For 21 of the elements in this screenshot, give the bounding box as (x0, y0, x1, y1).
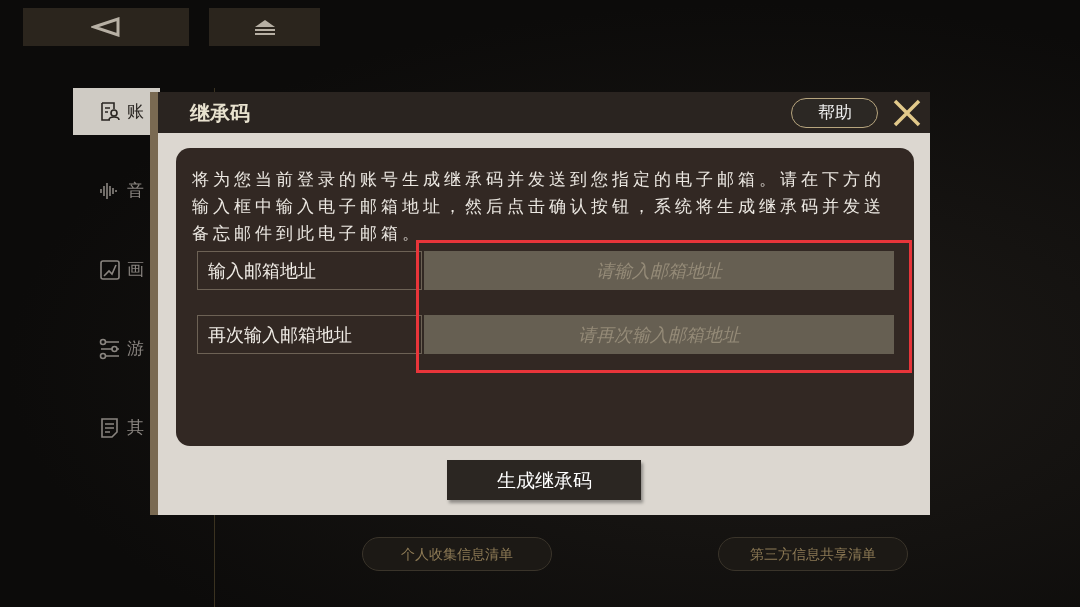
generate-button[interactable]: 生成继承码 (447, 460, 641, 500)
help-button[interactable]: 帮助 (791, 97, 878, 128)
field-label: 输入邮箱地址 (197, 251, 422, 290)
profile-icon (99, 100, 121, 123)
sidebar-item[interactable]: 游 (73, 325, 160, 372)
chart-icon (99, 258, 121, 281)
document-icon (99, 416, 121, 439)
dialog-title: 继承码 (190, 99, 251, 127)
eject-button[interactable] (209, 8, 320, 46)
back-icon (91, 17, 121, 37)
sidebar-item[interactable]: 画 (73, 246, 160, 293)
description-text: 将为您当前登录的账号生成继承码并发送到您指定的电子邮箱。请在下方的输入框中输入电子邮箱地址，然后点击确认按钮，系统将生成继承码并发送备忘邮件到此电子邮箱。 (192, 168, 886, 245)
list-button[interactable]: 个人收集信息清单 (362, 537, 552, 571)
list-button[interactable]: 第三方信息共享清单 (718, 537, 908, 571)
field-label: 再次输入邮箱地址 (197, 315, 422, 354)
close-icon[interactable] (892, 97, 922, 128)
eject-icon (252, 18, 277, 36)
sliders-icon (99, 337, 121, 360)
back-button[interactable] (23, 8, 189, 46)
sidebar-item[interactable]: 其 (73, 404, 160, 451)
sidebar-item[interactable]: 音 (73, 167, 160, 214)
